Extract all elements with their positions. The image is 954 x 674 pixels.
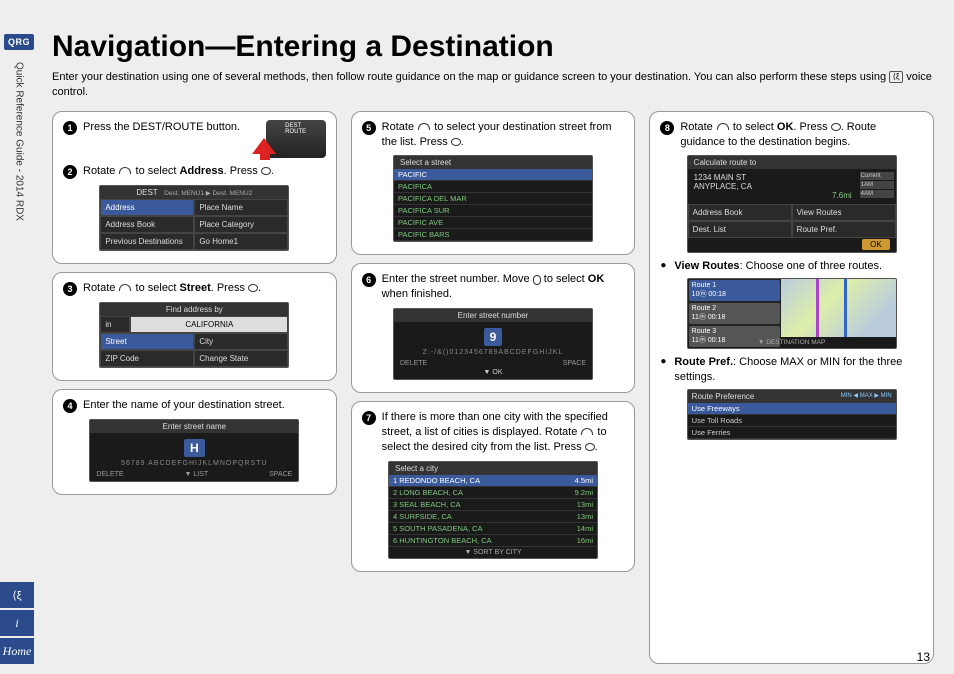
city-list-item: 3 SEAL BEACH, CA13mi [389,499,597,511]
route-pref-bullet: ● Route Pref.: Choose MAX or MIN for the… [660,355,923,385]
push-button-icon [831,123,841,131]
column-3: 8 Rotate to select OK. Press . Route gui… [649,111,934,664]
step-5-text: Rotate to select your destination street… [382,120,625,150]
guide-title-vertical: Quick Reference Guide - 2014 RDX [14,62,25,221]
step-3-text: Rotate to select Street. Press . [83,281,326,296]
dest-route-button-graphic: DEST ROUTE [266,120,326,158]
rotate-dial-icon [118,166,132,176]
rotate-dial-icon [580,427,594,437]
info-icon[interactable]: i [0,610,34,636]
step-number-8: 8 [660,121,674,135]
voice-icon[interactable]: ⟨ξ [0,582,34,608]
step-5-card: 5 Rotate to select your destination stre… [351,111,636,256]
step-number-2: 2 [63,165,77,179]
select-city-screenshot: Select a city 1 REDONDO BEACH, CA4.5mi2 … [388,461,598,559]
page-number: 13 [917,650,930,664]
intro-text: Enter your destination using one of seve… [52,70,934,101]
city-list-item: 4 SURFSIDE, CA13mi [389,511,597,523]
enter-street-number-screenshot: Enter street number 9 Z:-/&()0123456789A… [393,308,593,380]
step-number-3: 3 [63,282,77,296]
view-routes-screenshot: Route 110ⓜ 00:18 Route 211ⓜ 00:18 Route … [687,278,897,349]
qrg-badge: QRG [4,34,34,50]
step-number-6: 6 [362,273,376,287]
step-number-1: 1 [63,121,77,135]
voice-control-icon: ⟨ξ [889,71,903,83]
rotate-dial-icon [118,283,132,293]
step-1-2-card: 1 Press the DEST/ROUTE button. DEST ROUT… [52,111,337,264]
page-content: Navigation—Entering a Destination Enter … [52,30,934,664]
step-2-text: Rotate to select Address. Press . [83,164,326,179]
view-routes-bullet: ● View Routes: Choose one of three route… [660,259,923,274]
step-8-text: Rotate to select OK. Press . Route guida… [680,120,923,150]
home-icon[interactable]: Home [0,638,34,664]
step-8-card: 8 Rotate to select OK. Press . Route gui… [649,111,934,664]
page-title: Navigation—Entering a Destination [52,30,934,64]
dest-menu-screenshot: DEST Dest. MENU1 ▶ Dest. MENU2 AddressPl… [99,185,289,251]
step-number-5: 5 [362,121,376,135]
city-list-item: 6 HUNTINGTON BEACH, CA16mi [389,535,597,547]
route-preference-screenshot: Route Preference MIN ◀ MAX ▶ MIN Use Fre… [687,389,897,440]
step-1-text: Press the DEST/ROUTE button. DEST ROUTE [83,120,326,158]
column-2: 5 Rotate to select your destination stre… [351,111,636,664]
push-button-icon [261,167,271,175]
push-button-icon [585,443,595,451]
city-list-item: 2 LONG BEACH, CA9.2mi [389,487,597,499]
move-joystick-icon [533,275,541,285]
step-7-text: If there is more than one city with the … [382,410,625,455]
step-7-card: 7 If there is more than one city with th… [351,401,636,572]
step-4-card: 4 Enter the name of your destination str… [52,389,337,495]
step-number-7: 7 [362,411,376,425]
left-sidebar: QRG Quick Reference Guide - 2014 RDX ⟨ξ … [0,0,38,674]
step-number-4: 4 [63,399,77,413]
map-preview [781,279,895,337]
enter-street-name-screenshot: Enter street name H 56789 ABCDEFGHIJKLMN… [89,419,299,482]
rotate-dial-icon [716,122,730,132]
push-button-icon [248,284,258,292]
step-6-card: 6 Enter the street number. Move to selec… [351,263,636,393]
city-list-item: 5 SOUTH PASADENA, CA14mi [389,523,597,535]
rotate-dial-icon [417,122,431,132]
step-3-card: 3 Rotate to select Street. Press . Find … [52,272,337,381]
city-list-item: 1 REDONDO BEACH, CA4.5mi [389,475,597,487]
push-button-icon [451,138,461,146]
step-6-text: Enter the street number. Move to select … [382,272,625,302]
find-address-screenshot: Find address by inCALIFORNIA StreetCity … [99,302,289,368]
calculate-route-screenshot: Calculate route to 1234 MAIN ST ANYPLACE… [687,155,897,253]
column-1: 1 Press the DEST/ROUTE button. DEST ROUT… [52,111,337,664]
step-4-text: Enter the name of your destination stree… [83,398,326,413]
select-street-screenshot: Select a street PACIFIC PACIFICA PACIFIC… [393,155,593,242]
